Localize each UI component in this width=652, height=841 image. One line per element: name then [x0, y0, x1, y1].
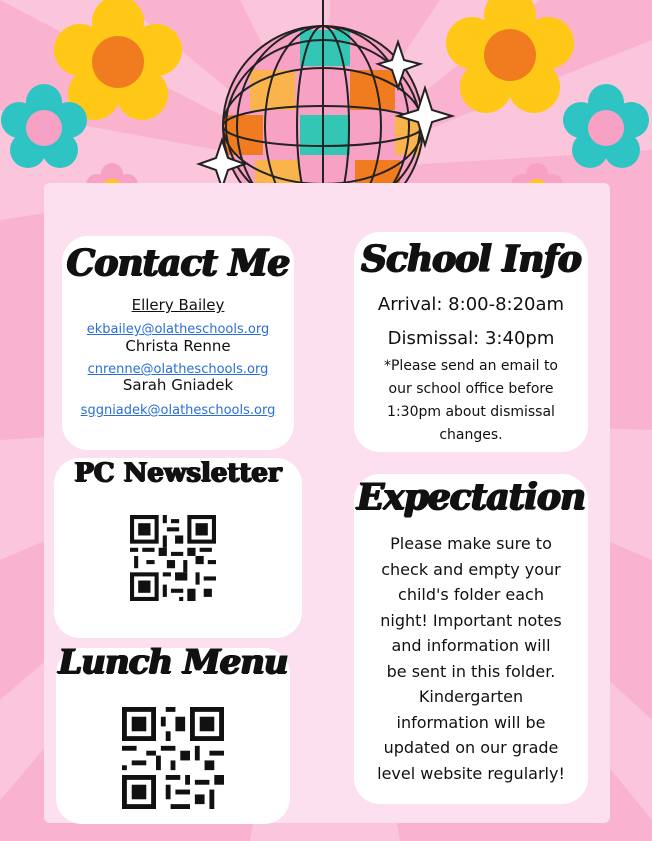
expectation-line-5: and information will	[391, 636, 551, 655]
contact-name-3: Sarah Gniadek	[122, 376, 234, 394]
contact-card: Contact Me Ellery Bailey ekbailey@olathe…	[62, 236, 294, 450]
email-link-2[interactable]: cnrenne@olatheschools.org	[88, 362, 269, 377]
expectation-line-10: level website regularly!	[377, 764, 565, 783]
contact-heading: Contact Me	[66, 242, 291, 284]
arrival-time: Arrival: 8:00-8:20am	[377, 294, 565, 315]
newsletter-card: PC Newsletter	[54, 458, 302, 638]
contact-email-2: cnrenne@olatheschools.org	[62, 358, 294, 377]
email-link-3[interactable]: sggniadek@olatheschools.org	[81, 403, 276, 418]
lunch-menu-card: Lunch Menu	[56, 642, 290, 824]
newsletter-heading: PC Newsletter	[74, 458, 282, 488]
lunch-menu-heading: Lunch Menu	[58, 642, 288, 682]
contact-email-3: sggniadek@olatheschools.org	[62, 399, 294, 418]
newsletter-qr-code[interactable]	[130, 514, 216, 602]
expectation-line-8: information will be	[396, 713, 546, 732]
school-info-card: School Info Arrival: 8:00-8:20am Dismiss…	[354, 232, 588, 452]
expectation-line-1: Please make sure to	[390, 534, 552, 553]
expectation-heading: Expectation	[356, 476, 586, 518]
contact-email-1: ekbailey@olatheschools.org	[62, 318, 294, 337]
expectation-line-3: child's folder each	[398, 585, 544, 604]
note-line-1: *Please send an email to	[383, 358, 558, 374]
expectation-line-2: check and empty your	[381, 560, 561, 579]
expectation-line-9: updated on our grade	[383, 738, 559, 757]
email-link-1[interactable]: ekbailey@olatheschools.org	[87, 322, 269, 337]
expectation-line-4: night! Important notes	[380, 611, 562, 630]
expectation-line-7: Kindergarten	[418, 687, 524, 706]
note-line-4: changes.	[439, 427, 503, 443]
expectation-line-6: be sent in this folder.	[386, 662, 556, 681]
note-line-2: our school office before	[388, 381, 554, 397]
expectation-card: Expectation Please make sure to check an…	[354, 474, 588, 804]
contact-name-2: Christa Renne	[125, 337, 231, 355]
note-line-3: 1:30pm about dismissal	[387, 404, 555, 420]
school-info-heading: School Info	[361, 238, 582, 280]
dismissal-time: Dismissal: 3:40pm	[387, 328, 555, 349]
lunch-menu-qr-code[interactable]	[122, 706, 224, 810]
contact-name-1: Ellery Bailey	[131, 296, 225, 314]
